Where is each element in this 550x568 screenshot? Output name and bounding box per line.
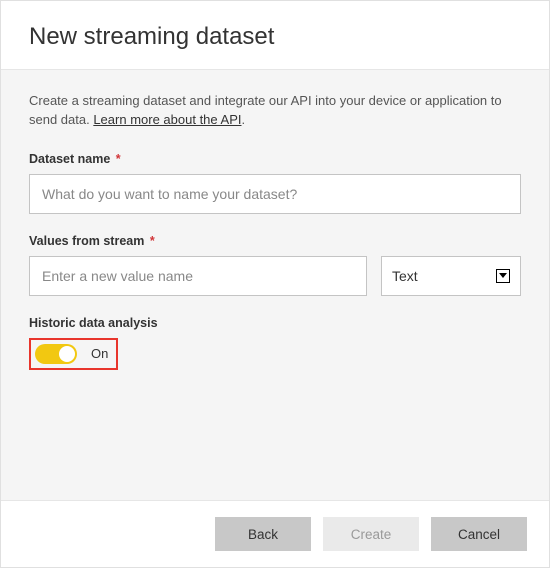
- dataset-name-label-text: Dataset name: [29, 152, 110, 166]
- required-marker: *: [116, 152, 121, 166]
- value-type-selected: Text: [392, 268, 418, 284]
- required-marker: *: [150, 234, 155, 248]
- value-name-input[interactable]: [29, 256, 367, 296]
- values-from-stream-field: Values from stream * Text: [29, 234, 521, 296]
- dataset-name-field: Dataset name *: [29, 152, 521, 214]
- historic-toggle[interactable]: [35, 344, 77, 364]
- new-streaming-dataset-dialog: New streaming dataset Create a streaming…: [0, 0, 550, 568]
- chevron-down-icon: [496, 269, 510, 283]
- dialog-footer: Back Create Cancel: [1, 501, 549, 567]
- dialog-header: New streaming dataset: [1, 1, 549, 69]
- value-type-select[interactable]: Text: [381, 256, 521, 296]
- back-button[interactable]: Back: [215, 517, 311, 551]
- learn-more-link[interactable]: Learn more about the API: [93, 112, 241, 127]
- historic-data-label: Historic data analysis: [29, 316, 521, 330]
- create-button[interactable]: Create: [323, 517, 419, 551]
- historic-toggle-state: On: [91, 346, 108, 361]
- values-from-stream-label: Values from stream *: [29, 234, 521, 248]
- values-row: Text: [29, 256, 521, 296]
- toggle-knob: [59, 346, 75, 362]
- dataset-name-input[interactable]: [29, 174, 521, 214]
- intro-period: .: [241, 112, 245, 127]
- cancel-button[interactable]: Cancel: [431, 517, 527, 551]
- dialog-body: Create a streaming dataset and integrate…: [1, 69, 549, 501]
- values-from-stream-label-text: Values from stream: [29, 234, 144, 248]
- historic-data-field: Historic data analysis On: [29, 316, 521, 370]
- dialog-title: New streaming dataset: [29, 23, 521, 51]
- historic-toggle-highlight: On: [29, 338, 118, 370]
- dataset-name-label: Dataset name *: [29, 152, 521, 166]
- intro-text: Create a streaming dataset and integrate…: [29, 92, 521, 130]
